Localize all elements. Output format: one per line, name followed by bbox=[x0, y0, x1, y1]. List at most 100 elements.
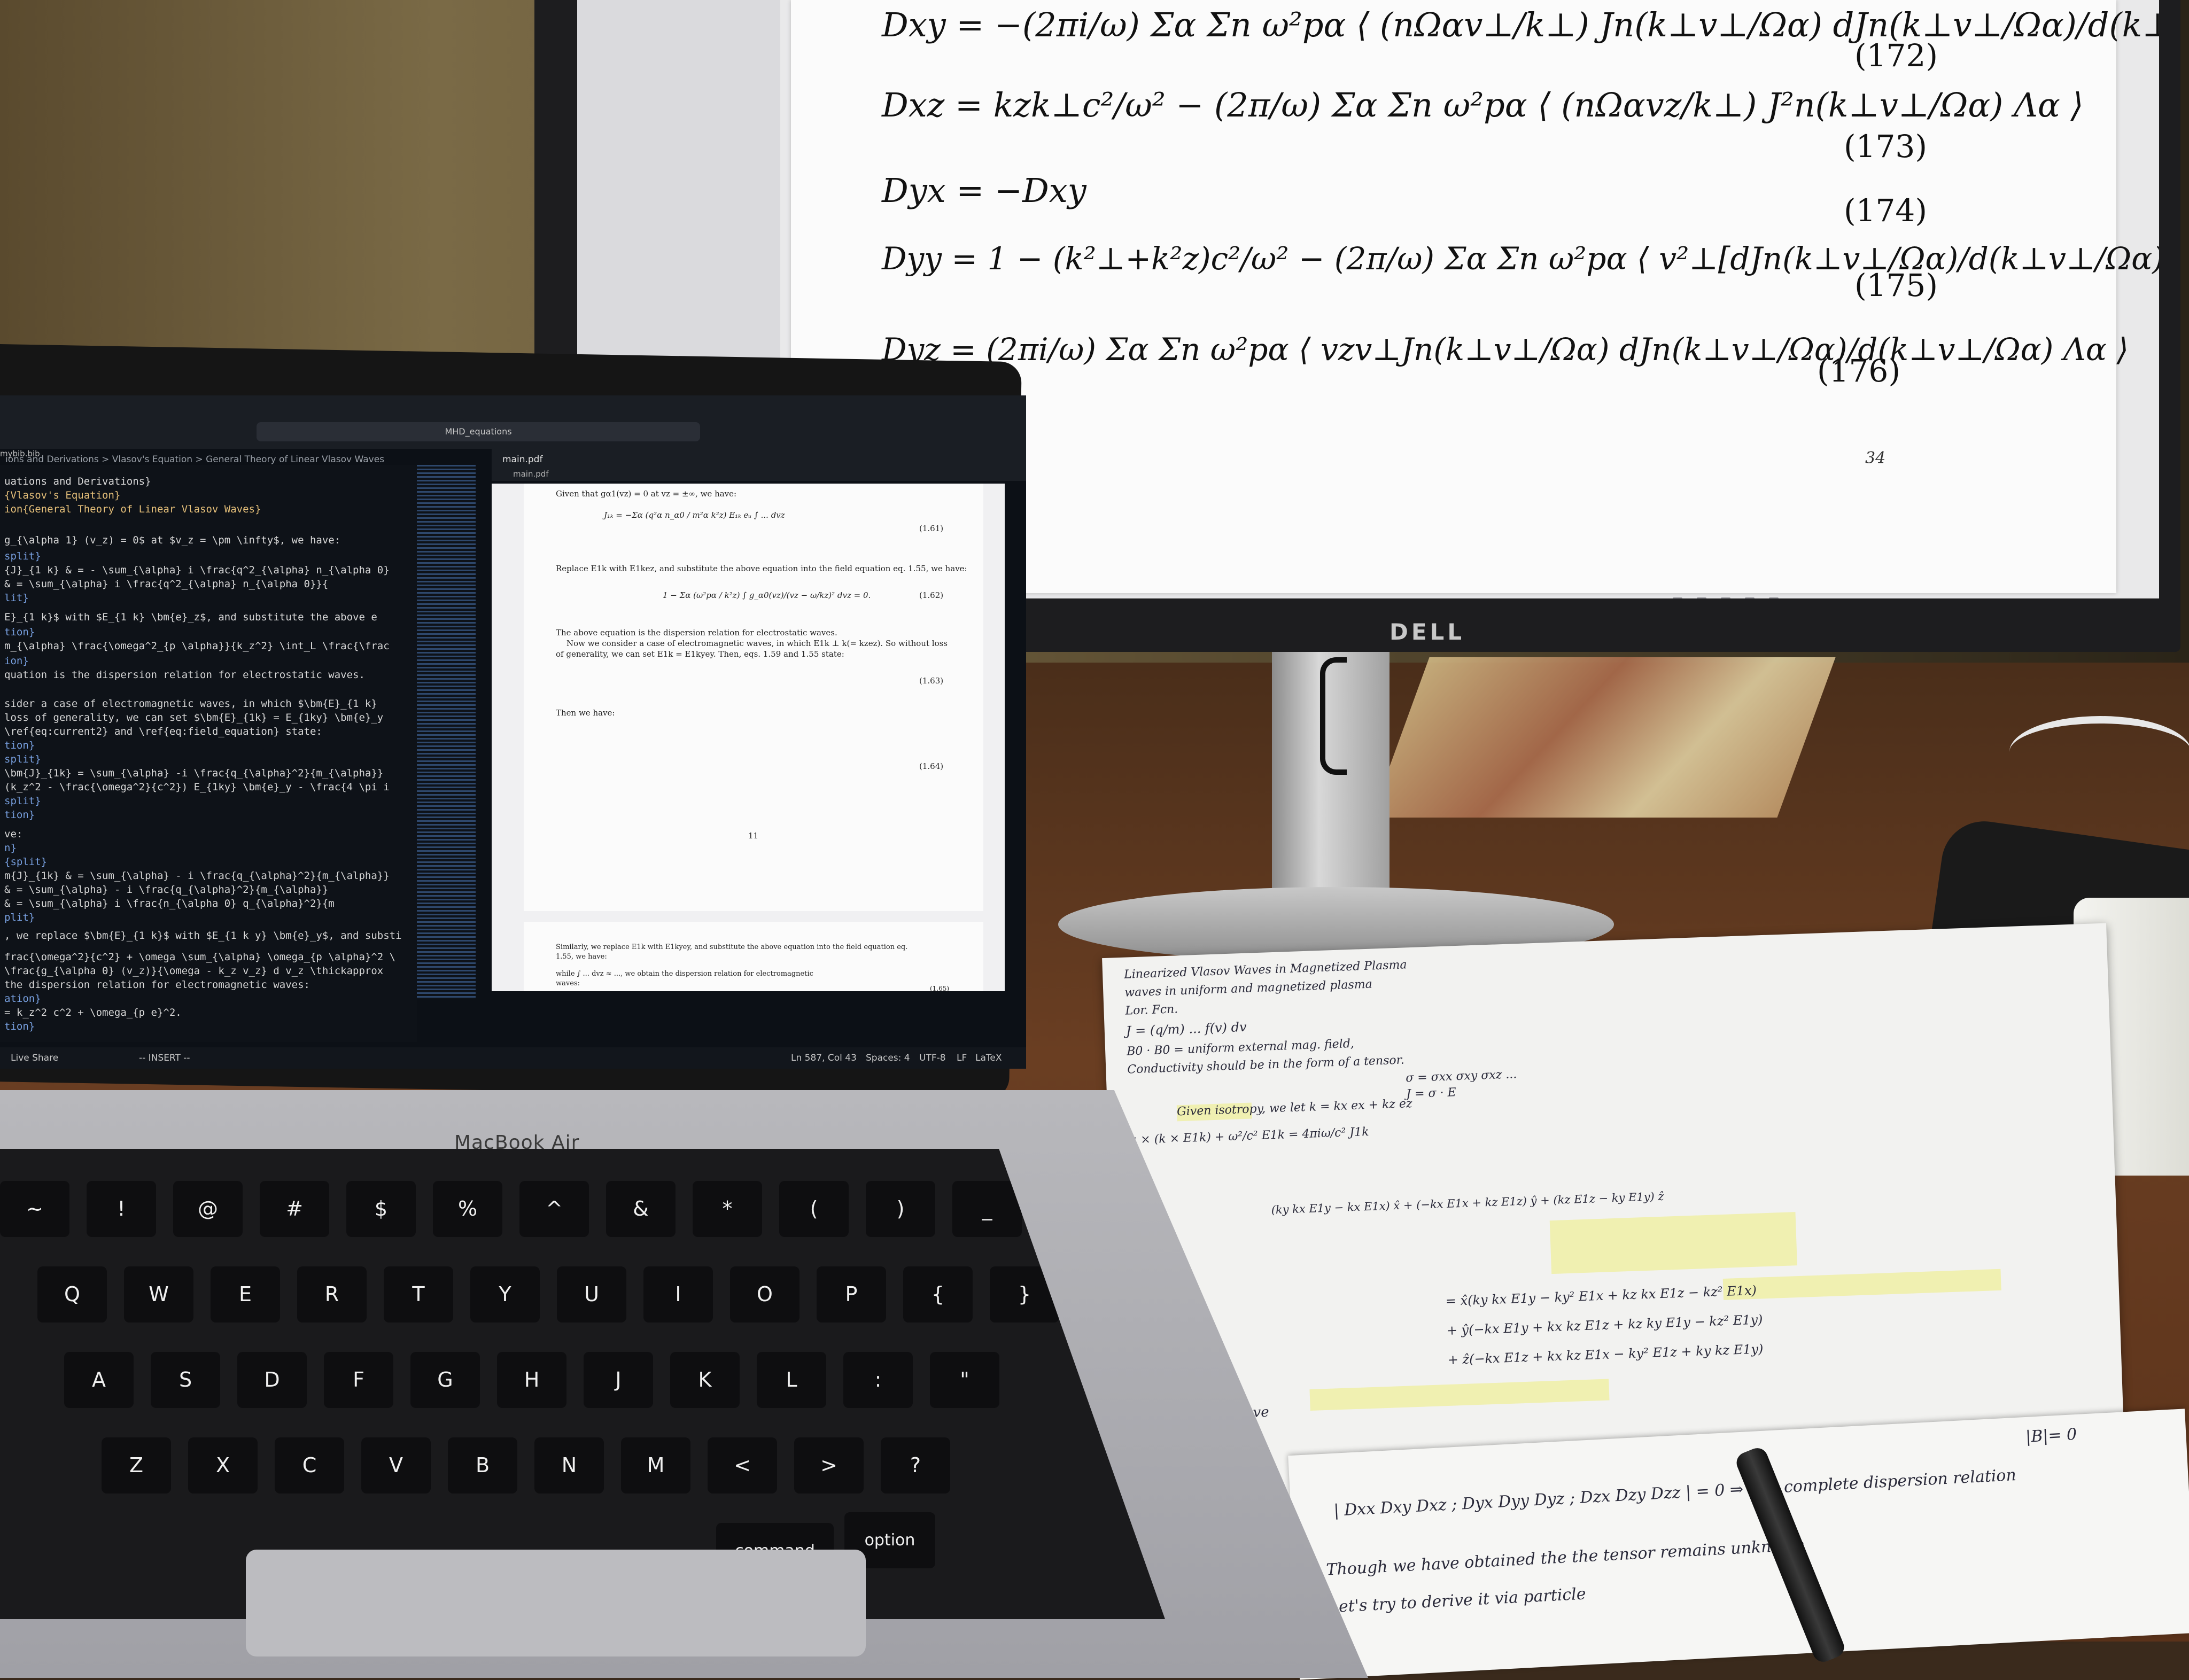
laptop-screen: MHD_equations ions and Derivations > Vla… bbox=[0, 395, 1026, 1069]
tab-main-pdf[interactable]: main.pdf bbox=[502, 454, 542, 465]
fit-page-icon[interactable] bbox=[1769, 597, 1779, 598]
key[interactable]: E bbox=[211, 1266, 280, 1323]
code-line: (k_z^2 - \frac{\omega^2}{c^2}) E_{1ky} \… bbox=[4, 781, 390, 793]
live-share-button[interactable]: Live Share bbox=[11, 1053, 58, 1063]
note-line: Conductivity should be in the form of a … bbox=[1127, 1053, 1405, 1077]
vim-mode: -- INSERT -- bbox=[139, 1053, 190, 1063]
page-layout-icon[interactable] bbox=[1697, 597, 1707, 598]
key[interactable]: Q bbox=[37, 1266, 107, 1323]
note-line: | Dxx Dxy Dxz ; Dyx Dyy Dyz ; Dzx Dzy Dz… bbox=[1333, 1466, 2017, 1520]
code-line: ation} bbox=[4, 993, 41, 1005]
key[interactable]: T bbox=[384, 1266, 453, 1323]
key[interactable]: # bbox=[260, 1181, 329, 1237]
code-line: \bm{J}_{1k} = \sum_{\alpha} -i \frac{q_{… bbox=[4, 767, 384, 779]
key[interactable]: @ bbox=[173, 1181, 243, 1237]
key[interactable]: < bbox=[708, 1437, 777, 1494]
pdf-line: while ∫ ... dvz ≈ ..., we obtain the dis… bbox=[556, 970, 813, 978]
key[interactable]: $ bbox=[346, 1181, 416, 1237]
key[interactable]: W bbox=[124, 1266, 193, 1323]
key[interactable]: ) bbox=[866, 1181, 935, 1237]
key[interactable]: G bbox=[410, 1352, 480, 1408]
code-line: split} bbox=[4, 795, 41, 807]
equation-dyx: Dyx = −Dxy bbox=[882, 171, 1086, 210]
highlight-then bbox=[1309, 1379, 1610, 1411]
code-line: ion{General Theory of Linear Vlasov Wave… bbox=[4, 503, 261, 515]
key[interactable]: ! bbox=[87, 1181, 156, 1237]
pdf-line: 1.55, we have: bbox=[556, 953, 607, 961]
editor-title-bar: MHD_equations bbox=[0, 395, 1026, 449]
indentation[interactable]: Spaces: 4 bbox=[866, 1053, 910, 1063]
key[interactable]: Z bbox=[102, 1437, 171, 1494]
zoom-in-icon[interactable] bbox=[1745, 597, 1755, 598]
code-line: uations and Derivations} bbox=[4, 476, 151, 487]
encoding[interactable]: UTF-8 bbox=[919, 1053, 946, 1063]
key[interactable]: N bbox=[534, 1437, 604, 1494]
equation-dyz: Dyz = (2πi/ω) Σα Σn ω²pα ⟨ vzv⊥Jn(k⊥v⊥/Ω… bbox=[882, 331, 2129, 368]
file-tab-bib[interactable]: mybib.bib bbox=[0, 449, 40, 458]
key[interactable]: { bbox=[903, 1266, 973, 1323]
key[interactable]: L bbox=[757, 1352, 826, 1408]
key[interactable]: X bbox=[188, 1437, 258, 1494]
tab-main-pdf-secondary[interactable]: main.pdf bbox=[513, 469, 549, 479]
key[interactable]: ( bbox=[779, 1181, 849, 1237]
pdf-preview-pane[interactable]: Given that gα1(vz) = 0 at vz = ±∞, we ha… bbox=[492, 484, 1005, 992]
cursor-position[interactable]: Ln 587, Col 43 bbox=[791, 1053, 857, 1063]
note-line: B0 · B0 = uniform external mag. field, bbox=[1126, 1037, 1355, 1059]
pdf-line: waves: bbox=[556, 979, 580, 987]
key[interactable]: & bbox=[606, 1181, 676, 1237]
pdf-line: Now we consider a case of electromagneti… bbox=[566, 639, 948, 648]
line-ending[interactable]: LF bbox=[957, 1053, 967, 1063]
note-line: Let's try to derive it via particle bbox=[1328, 1584, 1587, 1617]
key[interactable]: % bbox=[433, 1181, 502, 1237]
key[interactable]: A bbox=[64, 1352, 134, 1408]
key[interactable]: : bbox=[843, 1352, 913, 1408]
highlight-matrix bbox=[1549, 1212, 1797, 1274]
key[interactable]: O bbox=[730, 1266, 799, 1323]
key[interactable]: K bbox=[670, 1352, 740, 1408]
note-line: waves in uniform and magnetized plasma bbox=[1124, 977, 1373, 1000]
pdf-line: The above equation is the dispersion rel… bbox=[556, 628, 837, 637]
key[interactable]: D bbox=[237, 1352, 307, 1408]
key[interactable]: ~ bbox=[0, 1181, 69, 1237]
command-search-bar[interactable]: MHD_equations bbox=[257, 422, 700, 441]
key[interactable]: P bbox=[817, 1266, 886, 1323]
key[interactable]: " bbox=[930, 1352, 999, 1408]
breadcrumb[interactable]: ions and Derivations > Vlasov's Equation… bbox=[5, 454, 384, 465]
code-line: sider a case of electromagnetic waves, i… bbox=[4, 698, 377, 710]
key[interactable]: M bbox=[621, 1437, 690, 1494]
equation-dyy: Dyy = 1 − (k²⊥+k²z)c²/ω² − (2π/ω) Σα Σn … bbox=[882, 240, 2159, 277]
code-minimap[interactable] bbox=[417, 465, 476, 999]
key[interactable]: Y bbox=[470, 1266, 540, 1323]
key[interactable]: J bbox=[584, 1352, 653, 1408]
language-mode[interactable]: LaTeX bbox=[975, 1053, 1002, 1063]
code-line: plit} bbox=[4, 912, 35, 923]
key[interactable]: R bbox=[297, 1266, 367, 1323]
equation-dxy: Dxy = −(2πi/ω) Σα Σn ω²pα ⟨ (nΩαv⊥/k⊥) J… bbox=[882, 5, 2159, 44]
equation-dxz: Dxz = kzk⊥c²/ω² − (2π/ω) Σα Σn ω²pα ⟨ (n… bbox=[882, 85, 2084, 125]
key[interactable]: U bbox=[557, 1266, 626, 1323]
eq-number: (1.62) bbox=[919, 590, 944, 600]
eq-number: (1.64) bbox=[919, 761, 944, 771]
equation-number-175: (175) bbox=[1854, 267, 1938, 304]
note-line: k × (k × E1k) + ω²/c² E1k = 4πiω/c² J1k bbox=[1129, 1125, 1369, 1147]
key[interactable]: ? bbox=[881, 1437, 950, 1494]
key[interactable]: I bbox=[643, 1266, 713, 1323]
code-line: m_{\alpha} \frac{\omega^2_{p \alpha}}{k_… bbox=[4, 640, 390, 652]
highlight-cross-product bbox=[1722, 1269, 2001, 1300]
key[interactable]: B bbox=[448, 1437, 517, 1494]
key[interactable]: S bbox=[151, 1352, 220, 1408]
key[interactable]: F bbox=[324, 1352, 393, 1408]
key[interactable]: C bbox=[275, 1437, 344, 1494]
code-line: loss of generality, we can set $\bm{E}_{… bbox=[4, 712, 384, 724]
key[interactable]: H bbox=[497, 1352, 566, 1408]
key[interactable]: V bbox=[361, 1437, 431, 1494]
key[interactable]: * bbox=[693, 1181, 762, 1237]
key[interactable]: _ bbox=[952, 1181, 1022, 1237]
view-mode-icon[interactable] bbox=[1673, 597, 1682, 598]
key[interactable]: ^ bbox=[519, 1181, 589, 1237]
trackpad[interactable] bbox=[246, 1550, 866, 1656]
zoom-out-icon[interactable] bbox=[1721, 597, 1731, 598]
code-line: {Vlasov's Equation} bbox=[4, 489, 121, 501]
background-poster bbox=[1371, 657, 1836, 818]
key[interactable]: > bbox=[794, 1437, 864, 1494]
